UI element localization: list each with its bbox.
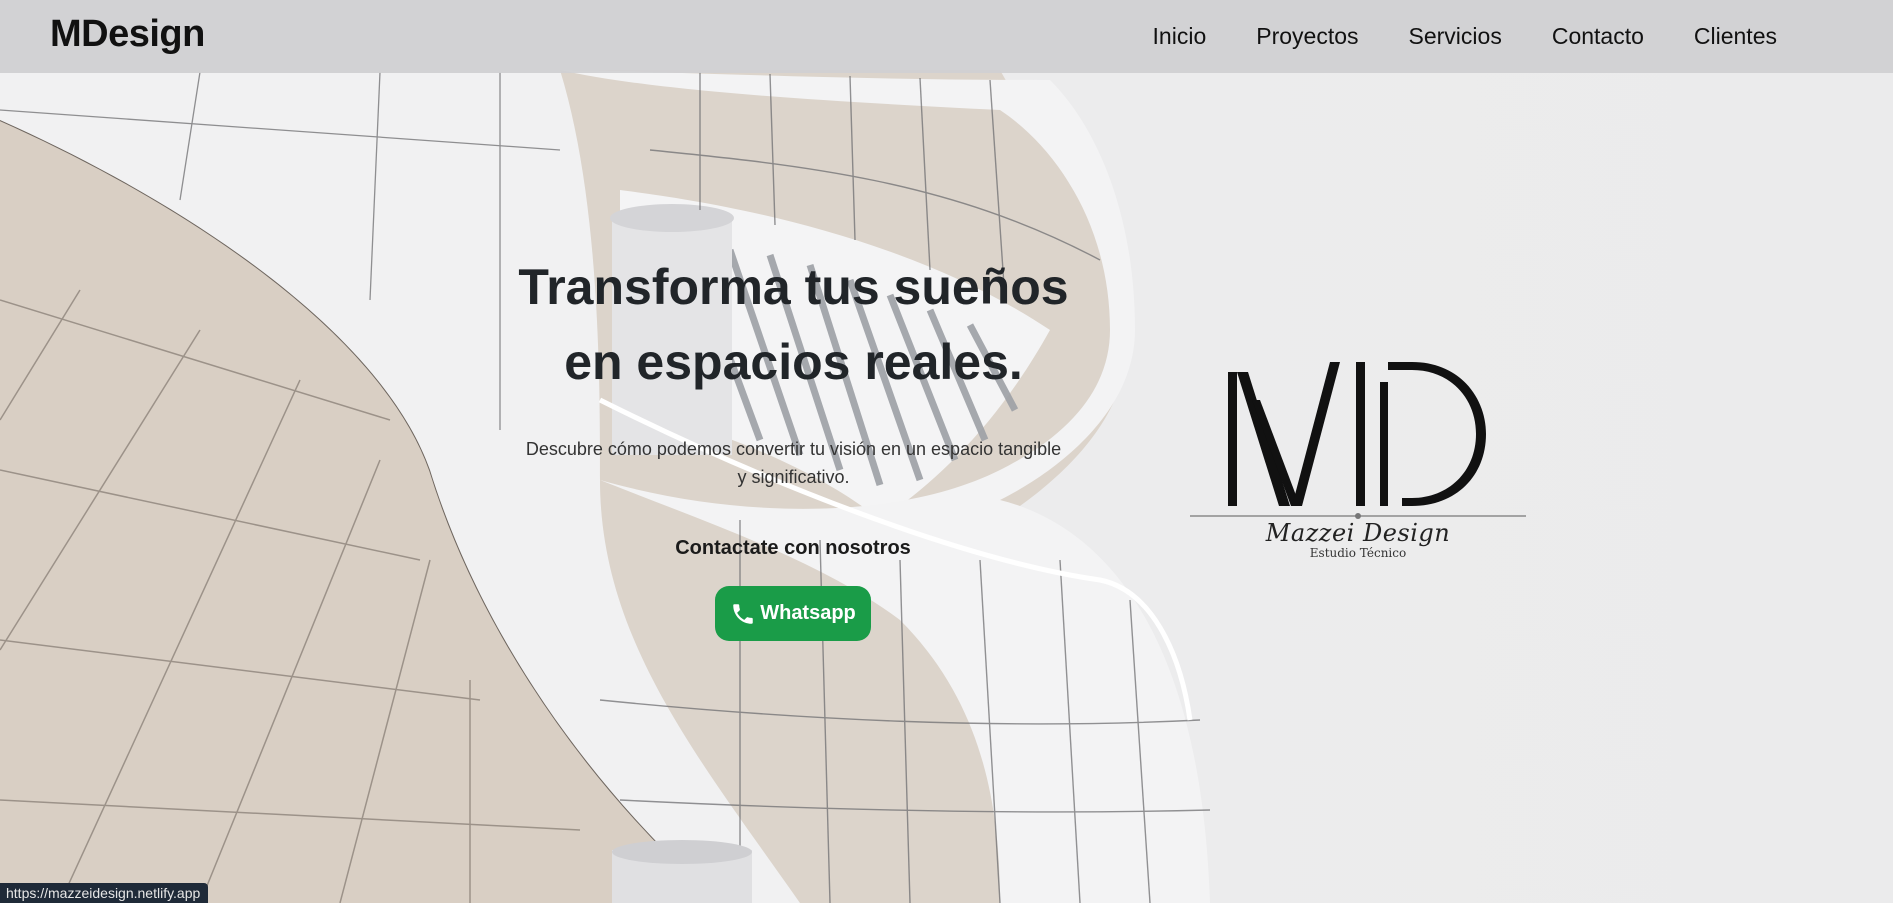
nav-item-servicios: Servicios	[1409, 23, 1502, 50]
nav-link-inicio[interactable]: Inicio	[1153, 23, 1207, 49]
hero-subtitle: Descubre cómo podemos convertir tu visió…	[525, 439, 1062, 487]
hero-title-line-1: Transforma tus sueños	[518, 259, 1069, 315]
nav-link-contacto[interactable]: Contacto	[1552, 23, 1644, 49]
whatsapp-button[interactable]: Whatsapp	[715, 586, 871, 641]
logo-tagline: Estudio Técnico	[1309, 546, 1407, 560]
hero-title: Transforma tus sueños en espacios reales…	[470, 250, 1117, 400]
nav-link-clientes[interactable]: Clientes	[1694, 23, 1777, 49]
logo-name: Mazzei Design	[1265, 519, 1451, 547]
nav-link-proyectos[interactable]: Proyectos	[1256, 23, 1358, 49]
top-navbar: MDesign Inicio Proyectos Servicios Conta…	[0, 0, 1893, 73]
nav-link-servicios[interactable]: Servicios	[1409, 23, 1502, 49]
phone-icon	[733, 603, 753, 624]
hero-title-line-2: en espacios reales.	[564, 334, 1023, 390]
brand-logo-link[interactable]: MDesign	[50, 13, 205, 56]
nav-item-proyectos: Proyectos	[1256, 23, 1358, 50]
nav-item-clientes: Clientes	[1694, 23, 1777, 50]
mazzei-design-logo: Mazzei Design Estudio Técnico	[1190, 360, 1526, 565]
status-bar-url: https://mazzeidesign.netlify.app	[0, 883, 209, 903]
contact-cta-label: Contactate con nosotros	[675, 537, 911, 559]
nav-links: Inicio Proyectos Servicios Contacto Clie…	[1153, 0, 1777, 73]
nav-item-inicio: Inicio	[1153, 23, 1207, 50]
nav-item-contacto: Contacto	[1552, 23, 1644, 50]
md-monogram-icon	[1190, 362, 1526, 519]
whatsapp-button-label: Whatsapp	[760, 602, 856, 624]
